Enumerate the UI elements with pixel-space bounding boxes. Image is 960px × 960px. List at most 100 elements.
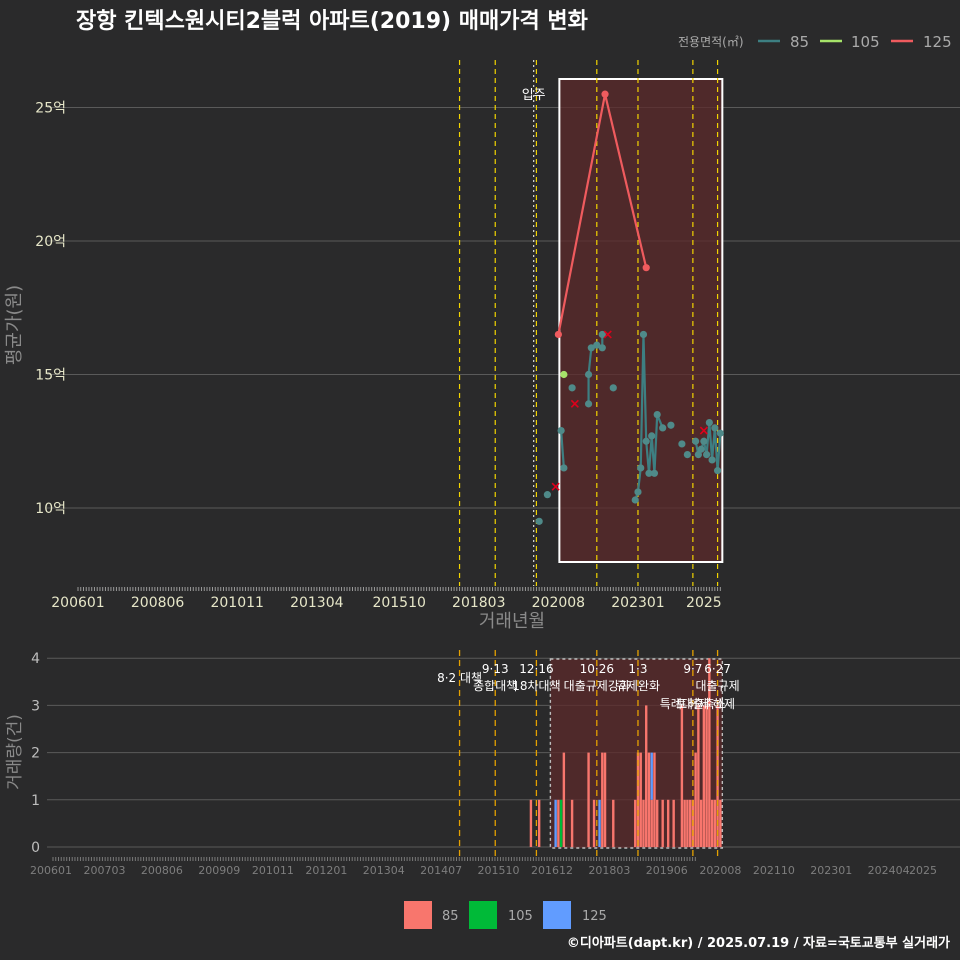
legend-title: 전용면적(㎡) [678,35,744,49]
volume-legend-85-swatch [404,901,432,929]
volume-x-tick-label: 201612 [531,864,573,877]
series-125-point [554,330,562,339]
policy-date-label: 9·13 [482,662,509,676]
volume-bar-85 [694,752,697,847]
series-85-point [609,384,617,392]
volume-y-axis: 0 1 2 3 4 [31,651,40,856]
volume-legend-125-label: 125 [582,909,607,924]
volume-bar-85 [537,799,541,847]
price-x-tick-label: 201803 [452,595,505,611]
volume-x-tick-label: 200601 [30,864,72,877]
series-85-point [697,445,705,453]
volume-bar-85 [645,705,648,847]
volume-y-tick-label: 0 [31,840,40,856]
volume-bar-85 [705,705,708,847]
policy-name-label: 18차대책 [512,678,560,693]
price-x-tick-label: 200806 [131,595,185,611]
volume-bar-85 [587,752,590,847]
price-x-tick-label: 202301 [611,595,664,611]
volume-bar-85 [603,752,607,847]
volume-x-tick-label: 201011 [252,864,294,877]
volume-bar-85 [713,799,717,847]
series-85-point [568,384,576,392]
volume-x-tick-label: 202110 [753,864,795,877]
volume-bar-85 [570,799,574,847]
volume-bar-85 [557,799,560,847]
price-x-tick-label: 201510 [372,595,425,611]
volume-x-tick-label: 202404 [868,864,910,877]
price-x-tick-label: 2025 [686,595,722,611]
volume-x-axis: 200601 200703 200806 200909 201011 201201 2013… [30,857,937,877]
volume-legend-105-label: 105 [508,909,533,924]
volume-x-tick-label: 201906 [646,864,688,877]
series-85-point [637,464,645,472]
series-85-point [711,424,719,432]
price-x-axis: 200601 200806 201011 201304 201510 201803 2020… [51,587,722,611]
series-125-point [642,264,650,272]
price-y-axis: 10억 15억 20억 25억 [35,101,66,518]
series-85-point [716,429,724,437]
volume-x-tick-label: 201803 [588,864,630,877]
price-x-tick-label: 202008 [532,595,585,611]
volume-y-axis-title: 거래량(건) [5,714,25,790]
series-85-point [560,464,568,472]
series-85-point [653,410,661,419]
series-125-point [601,90,609,98]
price-y-axis-title: 평균가(원) [4,285,25,365]
price-highlight-rect [558,78,724,563]
legend-125-label: 125 [923,33,952,51]
series-85-point [584,370,593,379]
series-85-point [692,437,700,445]
volume-x-tick-label: 202008 [699,864,741,877]
volume-bar-85 [683,799,686,847]
series-85-point [584,400,593,408]
price-x-axis-title: 거래년월 [479,611,545,632]
volume-x-tick-label: 200703 [84,864,126,877]
volume-bar-125 [554,799,557,847]
series-85-point [631,496,639,504]
price-highlight-box [558,78,724,563]
volume-y-tick-label: 3 [31,698,40,714]
policy-extra-label: 토허제 해제 [676,697,735,711]
volume-bar-85 [661,799,664,847]
series-105-point [560,370,568,379]
volume-bar-85 [688,799,692,847]
volume-bar-85 [655,799,659,847]
volume-x-tick-label: 202301 [810,864,852,877]
series-85-point [713,467,722,475]
volume-bar-125 [650,752,653,800]
series-85-point [642,437,650,445]
policy-date-label: 1·3 [628,662,647,676]
move-in-label: 입주 [522,88,546,103]
price-x-minor-ticks [77,587,721,591]
price-x-tick-label: 201011 [210,595,263,611]
volume-y-tick-label: 1 [31,793,40,809]
volume-bar-85 [686,799,689,847]
volume-bar-105 [559,799,563,847]
series-85-point [683,451,691,459]
volume-x-tick-label: 2025 [909,864,937,877]
volume-bar-85 [634,799,637,847]
policy-name-label: 규제완화 [616,679,660,693]
cancelled-deal-mark [551,482,560,491]
series-85-point [535,517,543,525]
price-x-tick-label: 200601 [51,595,104,611]
volume-bar-85 [650,799,653,847]
price-y-tick-label: 25억 [35,101,66,117]
chart-canvas: 입주 200601 200806 201011 201304 201510 201803 2… [4,9,960,951]
volume-legend-85-label: 85 [442,909,459,924]
volume-x-tick-label: 201201 [305,864,347,877]
policy-date-label: 12·16 [519,662,553,676]
volume-bar-85 [562,752,566,847]
volume-bar-85 [647,752,651,847]
volume-bar-85 [710,799,714,847]
series-85-point [557,426,565,435]
series-85-point [678,440,686,448]
volume-bar-125 [598,799,601,847]
footer-credit: ©디아파트(dapt.kr) / 2025.07.19 / 자료=국토교통부 실… [567,935,950,951]
series-85-point [708,456,716,464]
volume-bar-85 [529,799,533,847]
volume-legend-105-swatch [469,901,497,929]
price-x-tick-label: 201304 [290,595,344,611]
series-85-point [648,432,656,440]
